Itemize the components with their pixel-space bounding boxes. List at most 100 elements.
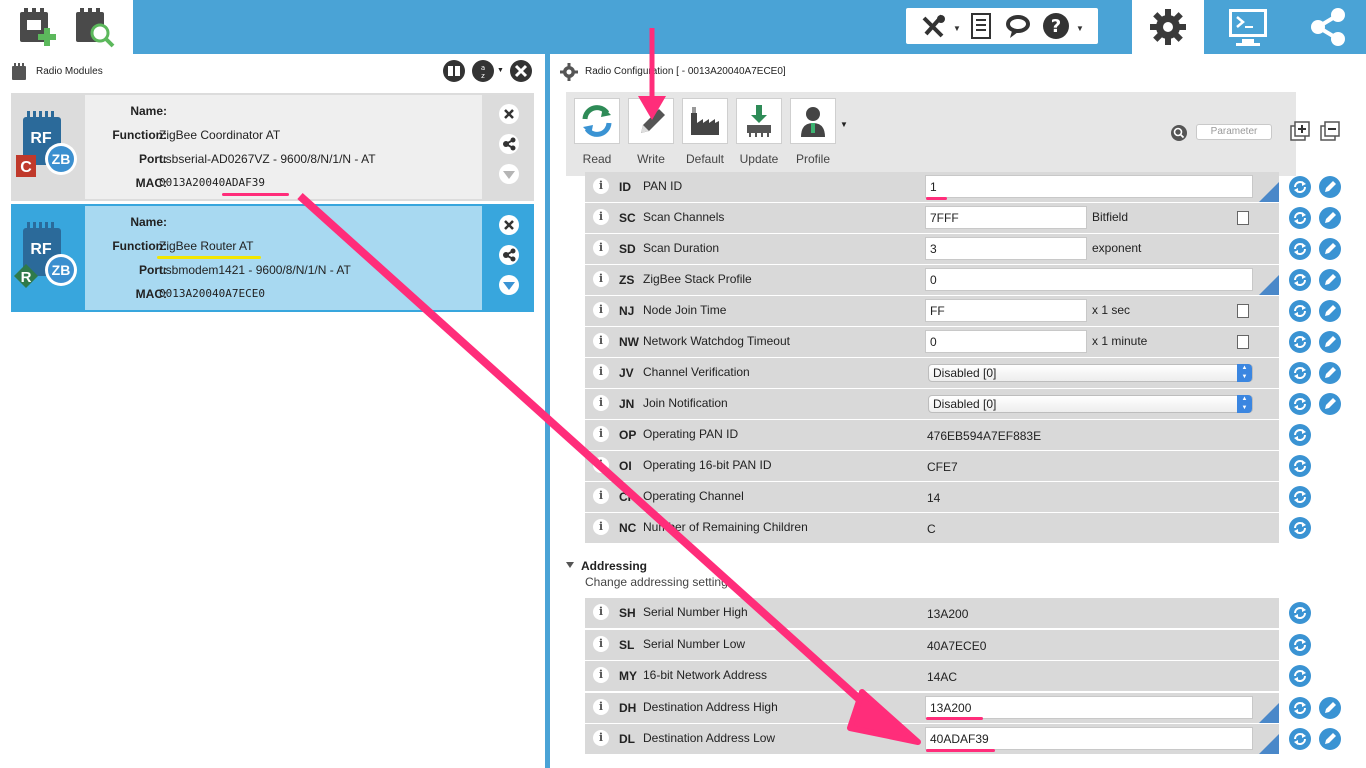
remove-all-icon[interactable] xyxy=(509,59,533,83)
refresh-icon[interactable] xyxy=(1289,331,1311,353)
parameter-value-input[interactable]: 40ADAF39 xyxy=(925,727,1253,750)
refresh-icon[interactable] xyxy=(1289,602,1311,624)
write-parameter-icon[interactable] xyxy=(1319,176,1341,198)
info-icon[interactable]: i xyxy=(593,302,609,318)
info-icon[interactable]: i xyxy=(593,271,609,287)
info-icon[interactable]: i xyxy=(593,488,609,504)
sort-caret-icon[interactable]: ▼ xyxy=(497,67,504,74)
profile-button[interactable] xyxy=(790,98,836,144)
parameter-value-input[interactable]: 0 xyxy=(925,268,1253,291)
tools-caret-icon[interactable]: ▼ xyxy=(953,24,961,33)
addressing-section-title[interactable]: Addressing xyxy=(581,559,647,573)
refresh-icon[interactable] xyxy=(1289,176,1311,198)
tools-icon[interactable] xyxy=(920,12,948,40)
info-icon[interactable]: i xyxy=(593,240,609,256)
refresh-icon[interactable] xyxy=(1289,238,1311,260)
write-button[interactable] xyxy=(628,98,674,144)
info-icon[interactable]: i xyxy=(593,209,609,225)
info-icon[interactable]: i xyxy=(593,333,609,349)
compare-icon[interactable] xyxy=(442,59,466,83)
write-parameter-icon[interactable] xyxy=(1319,362,1341,384)
parameter-value-input[interactable]: 13A200 xyxy=(925,695,1253,719)
disconnect-icon[interactable] xyxy=(496,212,522,238)
info-icon[interactable]: i xyxy=(593,364,609,380)
help-icon[interactable]: ? xyxy=(1042,12,1070,40)
info-icon[interactable]: i xyxy=(593,698,609,715)
refresh-icon[interactable] xyxy=(1289,455,1311,477)
write-parameter-icon[interactable] xyxy=(1319,207,1341,229)
refresh-icon[interactable] xyxy=(1289,696,1311,719)
module-port-row: Port: usbmodem1421 - 9600/8/N/1/N - AT xyxy=(85,263,482,283)
parameter-value-input[interactable]: 3 xyxy=(925,237,1087,260)
calculator-icon[interactable] xyxy=(1237,211,1249,225)
info-icon[interactable]: i xyxy=(593,178,609,194)
parameter-value-input[interactable]: 1 xyxy=(925,175,1253,198)
refresh-icon[interactable] xyxy=(1289,633,1311,656)
radio-configuration-title: Radio Configuration [ - 0013A20040A7ECE0… xyxy=(585,66,786,77)
default-button[interactable] xyxy=(682,98,728,144)
refresh-icon[interactable] xyxy=(1289,486,1311,508)
info-icon[interactable]: i xyxy=(593,604,609,620)
network-mode-icon[interactable] xyxy=(1292,0,1364,54)
calculator-icon[interactable] xyxy=(1237,335,1249,349)
write-parameter-icon[interactable] xyxy=(1319,238,1341,260)
info-icon[interactable]: i xyxy=(593,667,609,683)
refresh-icon[interactable] xyxy=(1289,362,1311,384)
refresh-icon[interactable] xyxy=(1289,393,1311,415)
parameter-value-select[interactable]: Disabled [0] ▲ ▼ xyxy=(928,364,1253,382)
network-discover-icon[interactable] xyxy=(496,242,522,268)
parameter-value-input[interactable]: 7FFF xyxy=(925,206,1087,229)
refresh-icon[interactable] xyxy=(1289,424,1311,446)
calculator-icon[interactable] xyxy=(1237,304,1249,318)
info-icon[interactable]: i xyxy=(593,457,609,473)
info-icon[interactable]: i xyxy=(593,730,609,746)
function-value: ZigBee Coordinator AT xyxy=(159,128,281,142)
info-icon[interactable]: i xyxy=(593,395,609,411)
parameter-value-input[interactable]: FF xyxy=(925,299,1087,322)
refresh-icon[interactable] xyxy=(1289,207,1311,229)
parameter-value-select[interactable]: Disabled [0] ▲ ▼ xyxy=(928,395,1253,413)
disconnect-icon[interactable] xyxy=(496,101,522,127)
profile-caret-icon[interactable]: ▼ xyxy=(840,120,848,129)
write-parameter-icon[interactable] xyxy=(1319,728,1341,750)
radio-modules-title: Radio Modules xyxy=(36,66,103,77)
info-icon[interactable]: i xyxy=(593,635,609,652)
write-label: Write xyxy=(637,152,665,166)
info-icon[interactable]: i xyxy=(593,426,609,442)
select-arrows-icon: ▲ ▼ xyxy=(1237,395,1252,413)
write-parameter-icon[interactable] xyxy=(1319,331,1341,353)
refresh-icon[interactable] xyxy=(1289,728,1311,750)
configuration-mode-icon[interactable] xyxy=(1132,0,1204,54)
radio-modules-header: Radio Modules az ▼ xyxy=(0,54,545,88)
info-icon[interactable]: i xyxy=(593,519,609,535)
network-discover-icon[interactable] xyxy=(496,131,522,157)
add-device-icon[interactable] xyxy=(18,6,60,48)
discover-device-icon[interactable] xyxy=(74,6,116,48)
expand-all-icon[interactable] xyxy=(1290,121,1310,141)
file-icon[interactable] xyxy=(967,12,995,40)
parameter-value-input[interactable]: 0 xyxy=(925,330,1087,353)
console-mode-icon[interactable] xyxy=(1212,0,1284,54)
module-card-router[interactable]: RF ZB R Name: Function: ZigBee Router AT… xyxy=(11,204,534,312)
update-button[interactable] xyxy=(736,98,782,144)
section-collapse-icon[interactable] xyxy=(566,562,574,568)
help-caret-icon[interactable]: ▼ xyxy=(1076,24,1084,33)
refresh-icon[interactable] xyxy=(1289,517,1311,539)
collapse-all-icon[interactable] xyxy=(1320,121,1340,141)
chat-icon[interactable] xyxy=(1004,12,1032,40)
parameter-unit: exponent xyxy=(1092,241,1142,255)
module-card-coordinator[interactable]: RF ZB C Name: Function: ZigBee Coordinat… xyxy=(11,93,534,201)
read-button[interactable] xyxy=(574,98,620,144)
refresh-icon[interactable] xyxy=(1289,300,1311,322)
write-parameter-icon[interactable] xyxy=(1319,696,1341,719)
refresh-icon[interactable] xyxy=(1289,665,1311,687)
sort-icon[interactable]: az xyxy=(471,59,495,83)
write-parameter-icon[interactable] xyxy=(1319,393,1341,415)
expand-chevron-icon[interactable] xyxy=(496,161,522,187)
expand-chevron-icon[interactable] xyxy=(496,272,522,298)
refresh-icon[interactable] xyxy=(1289,269,1311,291)
parameter-search-input[interactable]: Parameter xyxy=(1196,124,1272,140)
search-icon xyxy=(1171,125,1187,141)
write-parameter-icon[interactable] xyxy=(1319,300,1341,322)
write-parameter-icon[interactable] xyxy=(1319,269,1341,291)
